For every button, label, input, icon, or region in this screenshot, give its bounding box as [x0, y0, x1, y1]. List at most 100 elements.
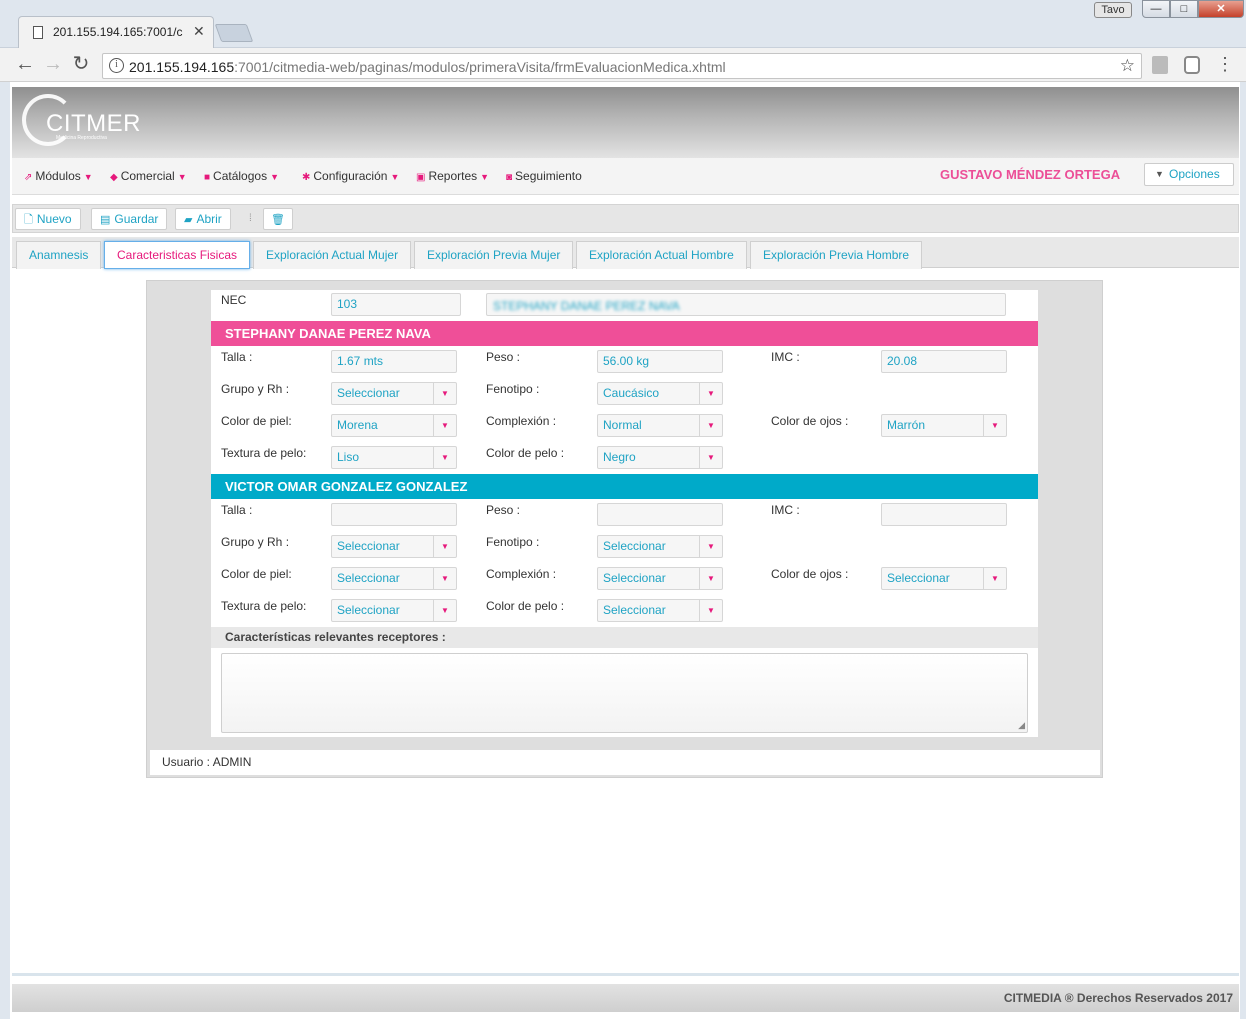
- forward-arrow-icon[interactable]: →: [42, 54, 64, 74]
- menu-modulos[interactable]: ⇗ Módulos ▼: [24, 169, 93, 183]
- menu-catalogos[interactable]: ■ Catálogos ▼: [204, 169, 279, 183]
- browser-tab-title: 201.155.194.165:7001/citmedia-web: [53, 25, 183, 39]
- female-piel-select[interactable]: Morena ▼: [331, 414, 457, 437]
- address-bar[interactable]: i 201.155.194.165:7001/citmedia-web/pagi…: [102, 53, 1142, 79]
- female-pelo-label: Color de pelo :: [486, 446, 565, 460]
- patient-name-value: STEPHANY DANAE PEREZ NAVA: [493, 299, 680, 313]
- female-pelo-select[interactable]: Negro ▼: [597, 446, 723, 469]
- new-tab-button[interactable]: [214, 24, 254, 42]
- caret-down-icon: ▼: [699, 536, 722, 557]
- tab-anamnesis[interactable]: Anamnesis: [16, 241, 102, 269]
- new-button[interactable]: 🗋 Nuevo: [15, 208, 81, 230]
- female-talla-field[interactable]: 1.67 mts: [331, 350, 457, 373]
- menu-comercial[interactable]: ◆ Comercial ▼: [110, 169, 187, 183]
- close-tab-icon[interactable]: ✕: [193, 23, 205, 40]
- caret-down-icon: ▼: [1155, 169, 1164, 179]
- male-imc-label: IMC :: [771, 503, 800, 517]
- nec-field[interactable]: 103: [331, 293, 461, 316]
- female-fenotipo-select[interactable]: Caucásico ▼: [597, 382, 723, 405]
- close-window-button[interactable]: ✕: [1198, 0, 1244, 18]
- file-icon: 🗋: [24, 214, 33, 226]
- female-imc-field[interactable]: 20.08: [881, 350, 1007, 373]
- female-ojos-select[interactable]: Marrón ▼: [881, 414, 1007, 437]
- male-peso-field[interactable]: [597, 503, 723, 526]
- caret-down-icon: ▼: [433, 383, 456, 404]
- female-textura-select[interactable]: Liso ▼: [331, 446, 457, 469]
- shield-extension-icon[interactable]: [1184, 56, 1200, 74]
- chrome-menu-icon[interactable]: ⋮: [1216, 54, 1234, 74]
- tab-exploracion-previa-mujer[interactable]: Exploración Previa Mujer: [414, 241, 574, 269]
- female-complexion-select[interactable]: Normal ▼: [597, 414, 723, 437]
- caret-down-icon: ▼: [983, 415, 1006, 436]
- male-fenotipo-label: Fenotipo :: [486, 535, 540, 549]
- tab-caracteristicas-fisicas[interactable]: Caracteristicas Fisicas: [104, 241, 251, 269]
- menu-configuracion[interactable]: ✱ Configuración ▼: [302, 169, 399, 183]
- logged-user-name: GUSTAVO MÉNDEZ ORTEGA: [940, 167, 1121, 182]
- caret-down-icon: ▼: [433, 600, 456, 621]
- save-button[interactable]: ▤ Guardar: [91, 208, 168, 230]
- comment-icon: ◙: [506, 172, 513, 183]
- female-textura-label: Textura de pelo:: [221, 446, 307, 460]
- caret-down-icon: ▼: [983, 568, 1006, 589]
- male-fenotipo-select[interactable]: Seleccionar ▼: [597, 535, 723, 558]
- caret-down-icon: ▼: [699, 415, 722, 436]
- caret-down-icon: ▼: [177, 172, 187, 182]
- male-textura-label: Textura de pelo:: [221, 599, 307, 613]
- female-imc-label: IMC :: [771, 350, 800, 364]
- male-pelo-select[interactable]: Seleccionar ▼: [597, 599, 723, 622]
- caret-down-icon: ▼: [433, 415, 456, 436]
- url-path: :7001/citmedia-web/paginas/modulos/prime…: [234, 59, 726, 75]
- maximize-button[interactable]: □: [1170, 0, 1198, 18]
- menu-reportes[interactable]: ▣ Reportes ▼: [416, 169, 489, 183]
- caret-down-icon: ▼: [433, 568, 456, 589]
- tag-icon: ◆: [110, 172, 118, 183]
- female-ojos-label: Color de ojos :: [771, 414, 849, 428]
- profile-button[interactable]: Tavo: [1094, 2, 1132, 18]
- open-button[interactable]: ▰ Abrir: [175, 208, 231, 230]
- resize-grip-icon[interactable]: ◢: [1018, 720, 1025, 731]
- url-host: 201.155.194.165: [129, 59, 235, 75]
- minimize-button[interactable]: —: [1142, 0, 1170, 18]
- male-textura-select[interactable]: Seleccionar ▼: [331, 599, 457, 622]
- male-imc-field[interactable]: [881, 503, 1007, 526]
- logo-subtitle: Medicina Reproductiva: [56, 135, 107, 141]
- female-peso-field[interactable]: 56.00 kg: [597, 350, 723, 373]
- action-toolbar: 🗋 Nuevo ▤ Guardar ▰ Abrir ⁞ 🗑: [12, 204, 1239, 233]
- reload-icon[interactable]: ↻: [70, 54, 92, 74]
- logo-text: CITMER: [46, 110, 141, 137]
- bookmark-star-icon[interactable]: ☆: [1120, 56, 1135, 76]
- female-grupo-select[interactable]: Seleccionar ▼: [331, 382, 457, 405]
- caret-down-icon: ▼: [433, 447, 456, 468]
- male-piel-label: Color de piel:: [221, 567, 292, 581]
- browser-tab[interactable]: 201.155.194.165:7001/citmedia-web ✕: [18, 16, 214, 48]
- pdf-extension-icon[interactable]: [1152, 56, 1168, 74]
- menu-seguimiento[interactable]: ◙ Seguimiento: [506, 169, 582, 183]
- male-ojos-select[interactable]: Seleccionar ▼: [881, 567, 1007, 590]
- folder-icon: ■: [204, 172, 211, 183]
- window-border-left: [0, 82, 10, 1019]
- male-complexion-label: Complexión :: [486, 567, 557, 581]
- options-button[interactable]: ▼ Opciones: [1144, 163, 1234, 186]
- form-tabs: Anamnesis Caracteristicas Fisicas Explor…: [12, 237, 1239, 269]
- caret-down-icon: ▼: [699, 447, 722, 468]
- male-piel-select[interactable]: Seleccionar ▼: [331, 567, 457, 590]
- male-grupo-select[interactable]: Seleccionar ▼: [331, 535, 457, 558]
- header-banner: [12, 87, 1239, 158]
- male-pelo-label: Color de pelo :: [486, 599, 565, 613]
- toolbar-separator: ⁞: [249, 213, 252, 224]
- male-section-header: VICTOR OMAR GONZALEZ GONZALEZ: [211, 474, 1038, 499]
- patient-name-field[interactable]: STEPHANY DANAE PEREZ NAVA: [486, 293, 1006, 316]
- male-talla-label: Talla :: [221, 503, 253, 517]
- tab-exploracion-actual-mujer[interactable]: Exploración Actual Mujer: [253, 241, 412, 269]
- tab-exploracion-actual-hombre[interactable]: Exploración Actual Hombre: [576, 241, 747, 269]
- nec-label: NEC: [221, 293, 247, 307]
- tab-exploracion-previa-hombre[interactable]: Exploración Previa Hombre: [750, 241, 923, 269]
- relevantes-textarea[interactable]: ◢: [221, 653, 1028, 733]
- male-complexion-select[interactable]: Seleccionar ▼: [597, 567, 723, 590]
- footer-divider: [12, 973, 1239, 976]
- image-icon: ▣: [416, 172, 426, 183]
- delete-button[interactable]: 🗑: [263, 208, 293, 230]
- male-talla-field[interactable]: [331, 503, 457, 526]
- back-arrow-icon[interactable]: ←: [14, 54, 36, 74]
- info-icon[interactable]: i: [109, 58, 124, 73]
